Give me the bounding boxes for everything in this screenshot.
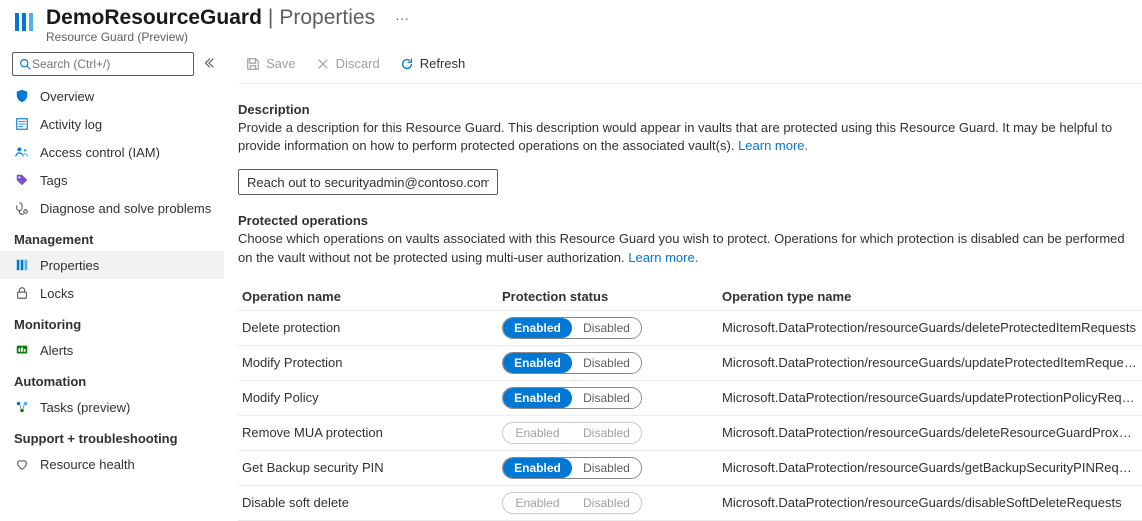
diagnose-icon xyxy=(14,200,30,216)
protection-toggle[interactable]: EnabledDisabled xyxy=(502,457,642,479)
toggle-enabled[interactable]: Enabled xyxy=(503,388,572,408)
sidebar-group-monitoring: Monitoring xyxy=(0,307,224,336)
sidebar-item-label: Tasks (preview) xyxy=(40,400,130,415)
more-actions-button[interactable]: ··· xyxy=(387,8,417,28)
table-row: Modify PolicyEnabledDisabled Microsoft.Da… xyxy=(238,381,1142,416)
collapse-sidebar-button[interactable] xyxy=(200,54,218,75)
sidebar-item-locks[interactable]: Locks xyxy=(0,279,224,307)
sidebar-item-diagnose-and-solve-problems[interactable]: Diagnose and solve problems xyxy=(0,194,224,222)
sidebar-group-support-troubleshooting: Support + troubleshooting xyxy=(0,421,224,450)
operation-type: Microsoft.DataProtection/resourceGuards/… xyxy=(722,320,1138,335)
resource-type: Resource Guard (Preview) xyxy=(46,30,1142,44)
operation-name: Remove MUA protection xyxy=(242,425,502,440)
sidebar-item-properties[interactable]: Properties xyxy=(0,251,224,279)
col-operation-type: Operation type name xyxy=(722,289,1138,304)
table-row: Remove MUA protectionEnabledDisabled Micr… xyxy=(238,416,1142,451)
description-input-wrapper[interactable] xyxy=(238,169,498,195)
toggle-disabled[interactable]: Disabled xyxy=(572,388,641,408)
operation-name: Modify Policy xyxy=(242,390,502,405)
title-separator: | xyxy=(268,6,273,30)
resource-name: DemoResourceGuard xyxy=(46,6,262,30)
operation-type: Microsoft.DataProtection/resourceGuards/… xyxy=(722,425,1138,440)
sidebar-item-tasks-preview-[interactable]: Tasks (preview) xyxy=(0,393,224,421)
sidebar-item-alerts[interactable]: Alerts xyxy=(0,336,224,364)
sidebar-item-label: Alerts xyxy=(40,343,73,358)
protection-toggle[interactable]: EnabledDisabled xyxy=(502,387,642,409)
sidebar-item-tags[interactable]: Tags xyxy=(0,166,224,194)
toggle-enabled[interactable]: Enabled xyxy=(503,458,572,478)
toggle-disabled: Disabled xyxy=(572,493,641,513)
search-icon xyxy=(19,58,32,71)
health-icon xyxy=(14,456,30,472)
sidebar-item-activity-log[interactable]: Activity log xyxy=(0,110,224,138)
toggle-enabled: Enabled xyxy=(503,493,572,513)
toggle-enabled[interactable]: Enabled xyxy=(503,318,572,338)
sidebar-item-resource-health[interactable]: Resource health xyxy=(0,450,224,478)
sidebar-item-overview[interactable]: Overview xyxy=(0,82,224,110)
operation-name: Get Backup security PIN xyxy=(242,460,502,475)
table-row: Disable soft deleteEnabledDisabled Micros… xyxy=(238,486,1142,521)
sidebar-item-label: Locks xyxy=(40,286,74,301)
operation-name: Disable soft delete xyxy=(242,495,502,510)
sidebar-item-label: Access control (IAM) xyxy=(40,145,160,160)
sidebar-item-label: Properties xyxy=(40,258,99,273)
shield-icon xyxy=(14,88,30,104)
refresh-button[interactable]: Refresh xyxy=(392,52,474,75)
blade-title: Properties xyxy=(279,6,375,30)
search-input[interactable] xyxy=(32,57,187,71)
description-learn-more-link[interactable]: Learn more. xyxy=(738,138,808,153)
operation-type: Microsoft.DataProtection/resourceGuards/… xyxy=(722,355,1138,370)
sidebar-group-management: Management xyxy=(0,222,224,251)
table-header: Operation name Protection status Operati… xyxy=(238,283,1142,311)
description-text: Provide a description for this Resource … xyxy=(238,119,1142,155)
iam-icon xyxy=(14,144,30,160)
sidebar-item-label: Resource health xyxy=(40,457,135,472)
properties-icon xyxy=(14,257,30,273)
sidebar-item-access-control-iam-[interactable]: Access control (IAM) xyxy=(0,138,224,166)
protection-toggle: EnabledDisabled xyxy=(502,492,642,514)
toggle-enabled[interactable]: Enabled xyxy=(503,353,572,373)
table-row: Delete protectionEnabledDisabled Microsof… xyxy=(238,311,1142,346)
toggle-disabled: Disabled xyxy=(572,423,641,443)
tag-icon xyxy=(14,172,30,188)
discard-button[interactable]: Discard xyxy=(308,52,388,75)
operation-type: Microsoft.DataProtection/resourceGuards/… xyxy=(722,460,1138,475)
operation-type: Microsoft.DataProtection/resourceGuards/… xyxy=(722,495,1138,510)
sidebar-group-automation: Automation xyxy=(0,364,224,393)
sidebar-item-label: Overview xyxy=(40,89,94,104)
log-icon xyxy=(14,116,30,132)
table-row: Get Backup security PINEnabledDisabled Mi… xyxy=(238,451,1142,486)
toggle-enabled: Enabled xyxy=(503,423,572,443)
table-row: Modify ProtectionEnabledDisabled Microsof… xyxy=(238,346,1142,381)
toggle-disabled[interactable]: Disabled xyxy=(572,318,641,338)
save-button[interactable]: Save xyxy=(238,52,304,75)
sidebar-search[interactable] xyxy=(12,52,194,76)
description-input[interactable] xyxy=(247,175,489,190)
alerts-icon xyxy=(14,342,30,358)
protected-ops-learn-more-link[interactable]: Learn more. xyxy=(628,250,698,265)
sidebar-item-label: Diagnose and solve problems xyxy=(40,201,211,216)
toggle-disabled[interactable]: Disabled xyxy=(572,353,641,373)
operation-type: Microsoft.DataProtection/resourceGuards/… xyxy=(722,390,1138,405)
protection-toggle[interactable]: EnabledDisabled xyxy=(502,352,642,374)
sidebar-item-label: Tags xyxy=(40,173,67,188)
lock-icon xyxy=(14,285,30,301)
description-heading: Description xyxy=(238,102,1142,117)
resource-icon xyxy=(12,10,36,37)
tasks-icon xyxy=(14,399,30,415)
protection-toggle: EnabledDisabled xyxy=(502,422,642,444)
operation-name: Delete protection xyxy=(242,320,502,335)
col-operation-name: Operation name xyxy=(242,289,502,304)
sidebar-item-label: Activity log xyxy=(40,117,102,132)
protected-ops-heading: Protected operations xyxy=(238,213,1142,228)
toggle-disabled[interactable]: Disabled xyxy=(572,458,641,478)
operation-name: Modify Protection xyxy=(242,355,502,370)
protection-toggle[interactable]: EnabledDisabled xyxy=(502,317,642,339)
protected-ops-text: Choose which operations on vaults associ… xyxy=(238,230,1142,266)
col-protection-status: Protection status xyxy=(502,289,722,304)
